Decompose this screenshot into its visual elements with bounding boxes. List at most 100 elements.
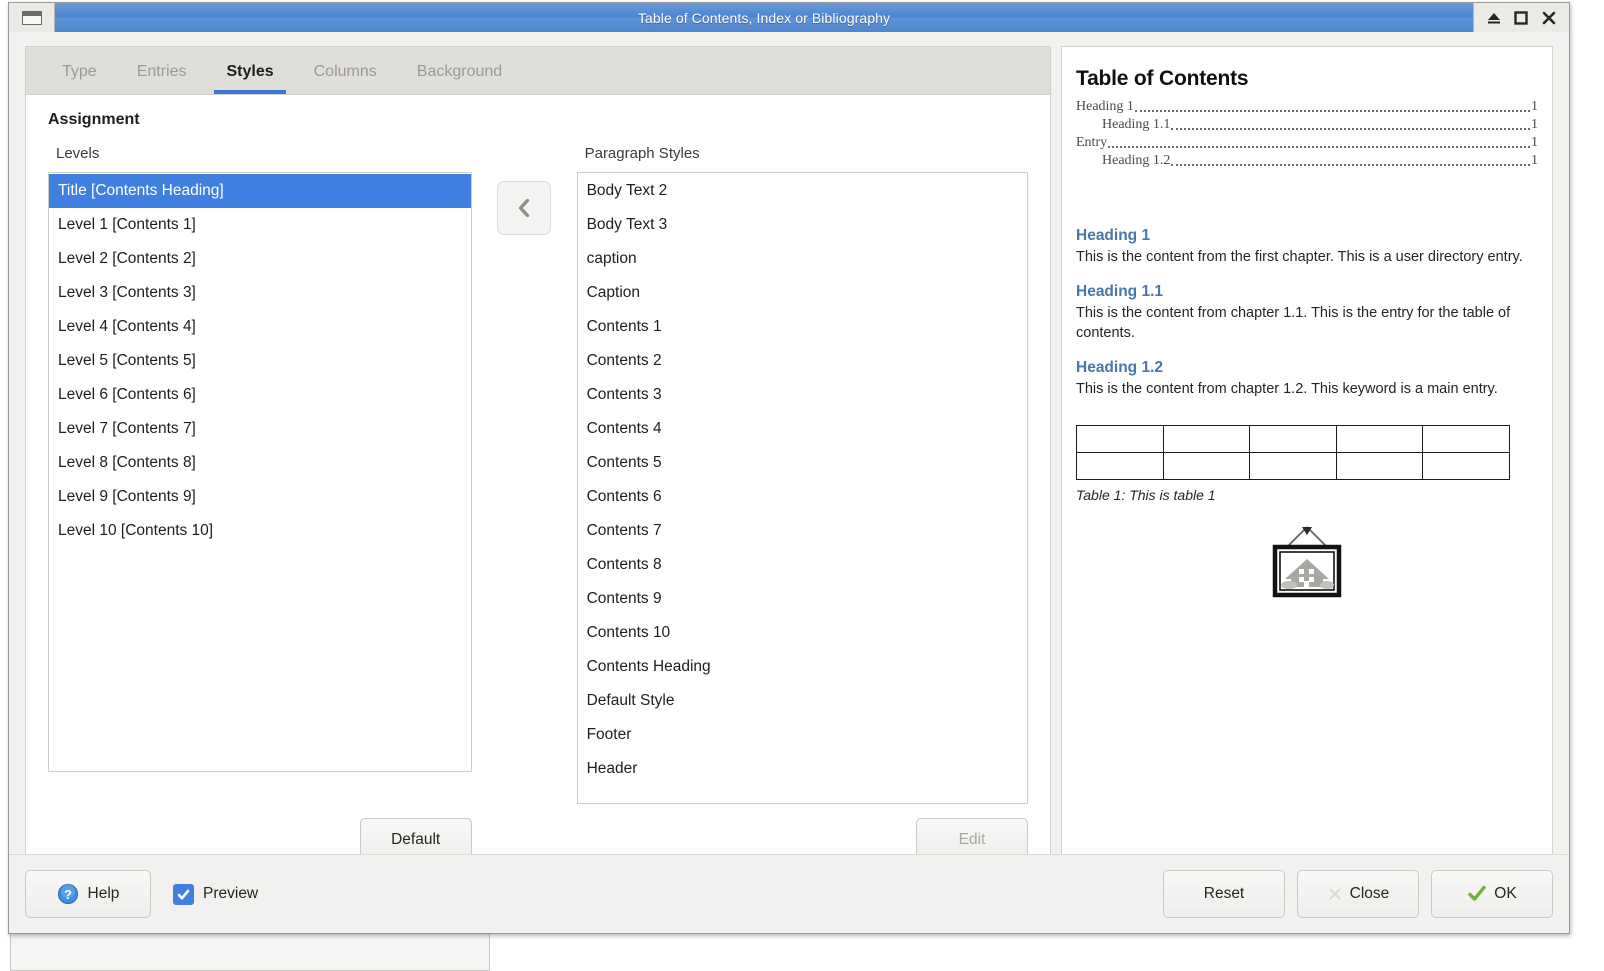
minimize-icon[interactable]	[1483, 7, 1505, 29]
tab-background[interactable]: Background	[397, 63, 522, 94]
close-button-label: Close	[1349, 885, 1390, 902]
list-item[interactable]: Contents 4	[578, 412, 1027, 446]
list-item[interactable]: Contents 9	[578, 582, 1027, 616]
titlebar-drag-area[interactable]: Table of Contents, Index or Bibliography	[55, 3, 1473, 32]
window-menu-button[interactable]	[9, 3, 55, 32]
list-item[interactable]: Level 4 [Contents 4]	[49, 310, 471, 344]
ok-button[interactable]: OK	[1431, 870, 1553, 918]
transfer-column	[472, 145, 577, 235]
list-item[interactable]: Caption	[578, 276, 1027, 310]
toc-entry: Heading 1 1	[1076, 99, 1538, 115]
list-item[interactable]: Contents 1	[578, 310, 1027, 344]
tab-styles[interactable]: Styles	[206, 63, 293, 94]
reset-button[interactable]: Reset	[1163, 870, 1285, 918]
paragraph-styles-label: Paragraph Styles	[584, 145, 700, 162]
preview-heading: Heading 1.1	[1076, 283, 1163, 300]
list-item[interactable]: Header	[578, 752, 1027, 786]
help-button-label: Help	[87, 885, 120, 902]
dialog-content: Type Entries Styles Columns Background A…	[9, 32, 1569, 862]
list-item[interactable]: Level 8 [Contents 8]	[49, 446, 471, 480]
window-controls	[1473, 3, 1569, 32]
checkbox-box[interactable]	[173, 883, 194, 905]
toc-leader-dots	[1134, 109, 1530, 112]
tab-columns[interactable]: Columns	[294, 63, 397, 94]
paragraph-styles-listbox[interactable]: Body Text 2 Body Text 3 caption Caption …	[576, 172, 1028, 804]
list-item[interactable]: Level 7 [Contents 7]	[49, 412, 471, 446]
toc-leader-dots	[1171, 163, 1530, 166]
help-button[interactable]: ? Help	[25, 870, 151, 918]
list-item[interactable]: Contents 8	[578, 548, 1027, 582]
list-item[interactable]: Footer	[578, 718, 1027, 752]
list-item[interactable]: Level 9 [Contents 9]	[49, 480, 471, 514]
list-item[interactable]: Level 6 [Contents 6]	[49, 378, 471, 412]
list-item[interactable]: caption	[578, 242, 1027, 276]
toc-entry-page: 1	[1531, 153, 1538, 168]
dialog-titlebar: Table of Contents, Index or Bibliography	[9, 3, 1569, 32]
toc-entry-page: 1	[1531, 99, 1538, 114]
preview-toc-title: Table of Contents	[1076, 67, 1249, 90]
paragraph-styles-column: Paragraph Styles Body Text 2 Body Text 3…	[576, 145, 1028, 804]
list-item[interactable]: Level 5 [Contents 5]	[49, 344, 471, 378]
close-x-icon	[1329, 888, 1341, 900]
dialog-footer: ? Help Preview Reset Close OK	[9, 854, 1569, 933]
background-page	[10, 930, 490, 971]
close-button[interactable]: Close	[1297, 870, 1419, 918]
list-item[interactable]: Contents 2	[578, 344, 1027, 378]
checkmark-icon	[177, 889, 190, 899]
table-cell	[1249, 452, 1337, 480]
table-cell	[1076, 425, 1164, 453]
toc-entry-text: Heading 1.2	[1102, 153, 1171, 168]
assign-style-button[interactable]	[497, 181, 552, 235]
preview-body: This is the content from chapter 1.1. Th…	[1076, 305, 1511, 341]
toc-leader-dots	[1171, 127, 1530, 130]
list-item[interactable]: Level 1 [Contents 1]	[49, 208, 471, 242]
ok-checkmark-icon	[1468, 885, 1486, 901]
tab-type[interactable]: Type	[42, 63, 117, 94]
toc-entry: Heading 1.1 1	[1076, 117, 1538, 133]
table-cell	[1422, 452, 1510, 480]
preview-checkbox[interactable]: Preview	[173, 883, 259, 905]
list-item[interactable]: Contents 5	[578, 446, 1027, 480]
close-icon[interactable]	[1538, 7, 1560, 29]
preview-heading: Heading 1.2	[1076, 359, 1163, 376]
window-menu-icon	[21, 10, 42, 25]
table-row	[1076, 425, 1510, 453]
toc-entry-text: Entry	[1076, 135, 1108, 150]
preview-body: This is the content from chapter 1.2. Th…	[1076, 381, 1498, 397]
toc-leader-dots	[1108, 145, 1530, 148]
maximize-icon[interactable]	[1510, 7, 1532, 29]
table-cell	[1249, 425, 1337, 453]
preview-table-caption: Table 1: This is table 1	[1076, 487, 1216, 503]
chevron-left-icon	[518, 198, 530, 218]
list-item[interactable]: Level 10 [Contents 10]	[49, 514, 471, 548]
list-item[interactable]: Level 3 [Contents 3]	[49, 276, 471, 310]
list-item[interactable]: Contents 10	[578, 616, 1027, 650]
svg-text:?: ?	[64, 887, 72, 902]
toc-entry-page: 1	[1531, 135, 1538, 150]
styles-panel: Assignment Levels Title [Contents Headin…	[26, 95, 1050, 862]
assignment-group-label: Assignment	[48, 111, 140, 128]
list-item[interactable]: Level 2 [Contents 2]	[49, 242, 471, 276]
list-item[interactable]: Title [Contents Heading]	[49, 174, 471, 208]
list-item[interactable]: Contents 3	[578, 378, 1027, 412]
table-row	[1076, 452, 1510, 480]
list-item[interactable]: Contents 6	[578, 480, 1027, 514]
table-cell	[1162, 452, 1251, 480]
assignment-lists: Levels Title [Contents Heading] Level 1 …	[48, 145, 1028, 804]
table-cell	[1076, 452, 1164, 480]
preview-checkbox-label: Preview	[203, 885, 259, 902]
list-item[interactable]: Body Text 2	[578, 174, 1027, 208]
list-item[interactable]: Contents 7	[578, 514, 1027, 548]
table-cell	[1162, 425, 1251, 453]
preview-table	[1076, 425, 1510, 480]
ok-button-label: OK	[1494, 885, 1517, 902]
toc-entry: Entry 1	[1076, 135, 1538, 151]
table-cell	[1335, 425, 1424, 453]
list-item[interactable]: Contents Heading	[578, 650, 1027, 684]
list-item[interactable]: Default Style	[578, 684, 1027, 718]
help-icon: ?	[57, 883, 78, 905]
list-item[interactable]: Body Text 3	[578, 208, 1027, 242]
tab-entries[interactable]: Entries	[117, 63, 207, 94]
dialog-title: Table of Contents, Index or Bibliography	[637, 9, 891, 26]
levels-listbox[interactable]: Title [Contents Heading] Level 1 [Conten…	[48, 172, 472, 772]
